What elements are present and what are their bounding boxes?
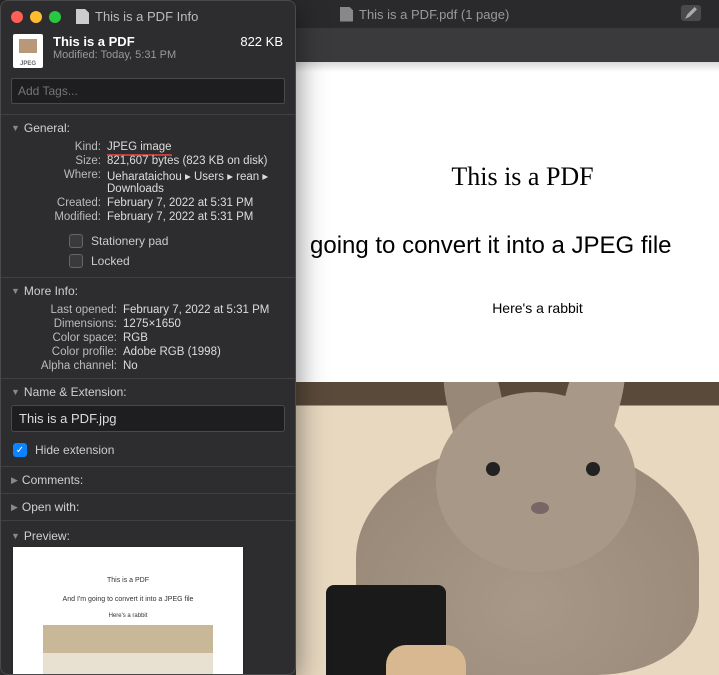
document-view: This is a PDF going to convert it into a… bbox=[296, 62, 719, 675]
dimensions-value: 1275×1650 bbox=[123, 318, 285, 330]
created-label: Created: bbox=[13, 197, 101, 209]
moreinfo-section-header[interactable]: More Info: bbox=[11, 284, 285, 298]
file-name: This is a PDF bbox=[53, 34, 230, 49]
disclosure-triangle-icon bbox=[11, 286, 20, 296]
where-value: Ueharataichou ▸ Users ▸ rean ▸ Downloads bbox=[107, 169, 285, 195]
checkbox-icon bbox=[69, 234, 83, 248]
created-value: February 7, 2022 at 5:31 PM bbox=[107, 197, 285, 209]
preview-thumbnail: This is a PDF And I'm going to convert i… bbox=[13, 547, 243, 675]
file-modified: Modified: Today, 5:31 PM bbox=[53, 49, 230, 61]
document-icon bbox=[340, 7, 353, 22]
doc-title: This is a PDF bbox=[340, 162, 705, 192]
general-section-header[interactable]: General: bbox=[11, 121, 285, 135]
dimensions-label: Dimensions: bbox=[13, 318, 117, 330]
file-thumbnail: JPEG bbox=[13, 34, 43, 68]
zoom-button[interactable] bbox=[49, 11, 61, 23]
kind-value: JPEG image bbox=[107, 141, 285, 153]
file-size: 822 KB bbox=[240, 34, 283, 49]
where-label: Where: bbox=[13, 169, 101, 195]
modified-value: February 7, 2022 at 5:31 PM bbox=[107, 211, 285, 223]
colorprofile-label: Color profile: bbox=[13, 346, 117, 358]
disclosure-triangle-icon bbox=[11, 502, 18, 513]
disclosure-triangle-icon bbox=[11, 387, 20, 397]
tags-input[interactable] bbox=[11, 78, 285, 104]
kind-label: Kind: bbox=[13, 141, 101, 153]
doc-caption: Here's a rabbit bbox=[370, 300, 705, 316]
document-tab[interactable]: This is a PDF.pdf (1 page) bbox=[340, 7, 509, 22]
tab-label: This is a PDF.pdf (1 page) bbox=[359, 7, 509, 22]
colorspace-value: RGB bbox=[123, 332, 285, 344]
disclosure-triangle-icon bbox=[11, 531, 20, 541]
alpha-label: Alpha channel: bbox=[13, 360, 117, 372]
doc-image bbox=[296, 382, 719, 675]
pencil-icon bbox=[685, 7, 697, 19]
lastopened-label: Last opened: bbox=[13, 304, 117, 316]
window-controls: This is a PDF Info bbox=[1, 1, 295, 24]
lastopened-value: February 7, 2022 at 5:31 PM bbox=[123, 304, 285, 316]
comments-section-header[interactable]: Comments: bbox=[11, 473, 285, 487]
filename-input[interactable] bbox=[11, 405, 285, 432]
colorspace-label: Color space: bbox=[13, 332, 117, 344]
stationery-checkbox-row[interactable]: Stationery pad bbox=[11, 231, 285, 251]
close-button[interactable] bbox=[11, 11, 23, 23]
colorprofile-value: Adobe RGB (1998) bbox=[123, 346, 285, 358]
get-info-panel: This is a PDF Info JPEG This is a PDF Mo… bbox=[0, 0, 296, 675]
checkbox-icon bbox=[69, 254, 83, 268]
doc-subtitle: going to convert it into a JPEG file bbox=[310, 232, 705, 260]
checkbox-checked-icon: ✓ bbox=[13, 443, 27, 457]
nameext-section-header[interactable]: Name & Extension: bbox=[11, 385, 285, 399]
disclosure-triangle-icon bbox=[11, 123, 20, 133]
size-label: Size: bbox=[13, 155, 101, 167]
openwith-section-header[interactable]: Open with: bbox=[11, 500, 285, 514]
file-icon bbox=[76, 9, 89, 24]
info-window-title: This is a PDF Info bbox=[95, 9, 198, 24]
locked-checkbox-row[interactable]: Locked bbox=[11, 251, 285, 271]
modified-label: Modified: bbox=[13, 211, 101, 223]
size-value: 821,607 bytes (823 KB on disk) bbox=[107, 155, 285, 167]
preview-section-header[interactable]: Preview: bbox=[11, 529, 285, 543]
annotate-button[interactable] bbox=[681, 5, 701, 21]
alpha-value: No bbox=[123, 360, 285, 372]
disclosure-triangle-icon bbox=[11, 475, 18, 486]
minimize-button[interactable] bbox=[30, 11, 42, 23]
hide-extension-checkbox-row[interactable]: ✓ Hide extension bbox=[11, 440, 285, 460]
